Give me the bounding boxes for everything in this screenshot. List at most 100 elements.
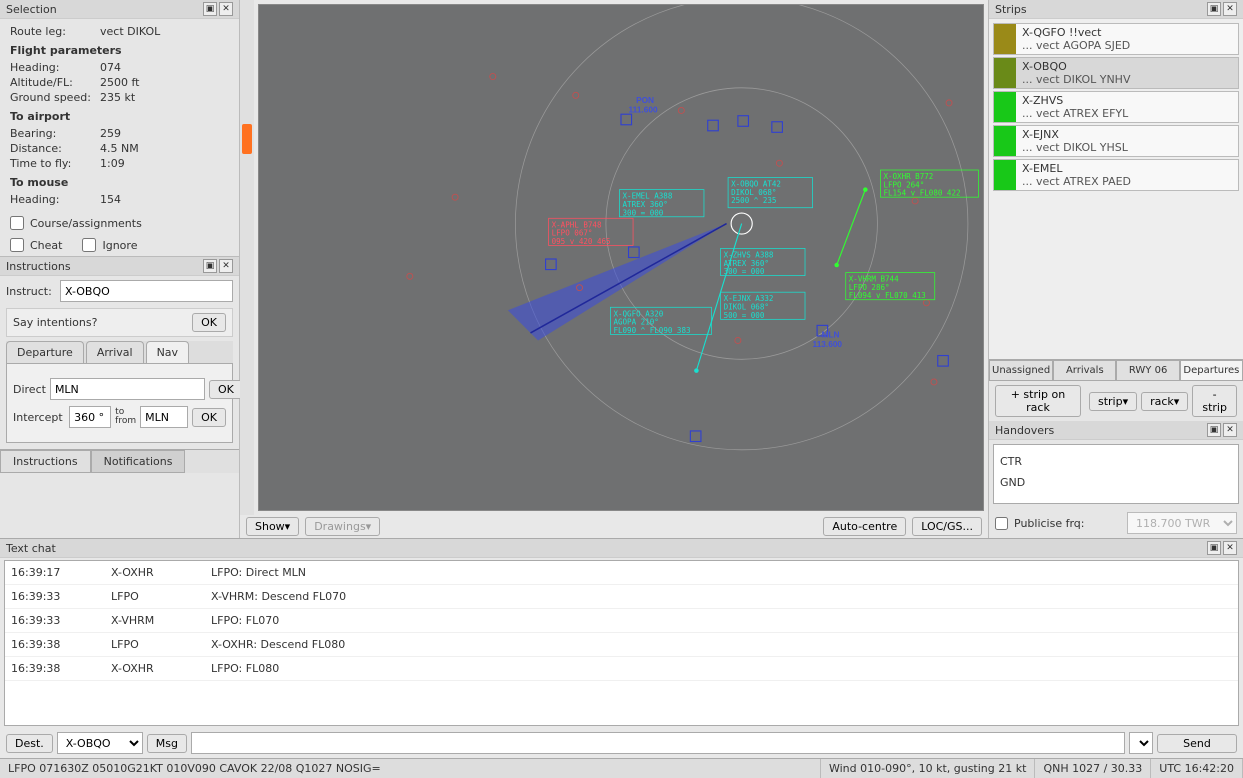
say-intentions-label: Say intentions? [13,316,97,329]
to-from-label: to from [115,408,136,426]
chat-row: 16:39:38X-OXHRLFPO: FL080 [5,657,1238,681]
flight-params-header: Flight parameters [10,44,229,57]
strip-item[interactable]: X-OBQO... vect DIKOL YNHV [993,57,1239,89]
chat-panel-header: Text chat ▣ ✕ [0,539,1243,558]
intercept-ok-button[interactable]: OK [192,408,226,427]
radar-scope[interactable]: PON 111.600 MLN 113.600 X-APHL B748 LFPO… [258,4,984,511]
svg-text:500 = 000: 500 = 000 [724,311,765,320]
chat-undock-icon[interactable]: ▣ [1207,541,1221,555]
vor-pon-freq: 111.600 [629,105,658,115]
distance-value: 4.5 NM [100,142,139,155]
bearing-label: Bearing: [10,127,100,140]
direct-ok-button[interactable]: OK [209,380,243,399]
aircraft-tag[interactable]: X-OBQO AT42DIKOL 068°2500 ^ 235 [728,178,812,208]
selection-undock-icon[interactable]: ▣ [203,2,217,16]
intercept-label: Intercept [13,411,65,424]
rack-tab[interactable]: Departures [1180,360,1243,381]
strips-close-icon[interactable]: ✕ [1223,2,1237,16]
chat-row: 16:39:33X-VHRMLFPO: FL070 [5,609,1238,633]
navpoints [407,73,952,384]
selection-title: Selection [6,3,57,16]
add-strip-button[interactable]: + strip on rack [995,385,1081,417]
auto-centre-button[interactable]: Auto-centre [823,517,906,536]
chat-close-icon[interactable]: ✕ [1223,541,1237,555]
selection-panel-header: Selection ▣ ✕ [0,0,239,19]
chat-row: 16:39:17X-OXHRLFPO: Direct MLN [5,561,1238,585]
rack-menu-button[interactable]: rack▾ [1141,392,1188,411]
publicise-frq-check[interactable] [995,517,1008,530]
tab-nav[interactable]: Nav [146,341,189,363]
svg-text:FL154 v FL080 422: FL154 v FL080 422 [883,189,960,198]
vor-mln-name: MLN [822,329,840,339]
course-check[interactable]: Course/assignments [10,216,229,230]
chat-input[interactable] [191,732,1125,754]
svg-text:FL090 ^ FL090 383: FL090 ^ FL090 383 [613,326,690,335]
tab-notifications[interactable]: Notifications [91,450,186,473]
strip-item[interactable]: X-EMEL... vect ATREX PAED [993,159,1239,191]
msg-button[interactable]: Msg [147,734,187,753]
instr-close-icon[interactable]: ✕ [219,259,233,273]
instr-undock-icon[interactable]: ▣ [203,259,217,273]
instruct-label: Instruct: [6,285,56,298]
strips-undock-icon[interactable]: ▣ [1207,2,1221,16]
status-metar: LFPO 071630Z 05010G21KT 010V090 CAVOK 22… [0,759,821,778]
aircraft-tag[interactable]: X-EMEL A388ATREX 360°300 = 000 [619,190,703,218]
handovers-title: Handovers [995,424,1054,437]
strip-item[interactable]: X-EJNX... vect DIKOL YHSL [993,125,1239,157]
aircraft-tag[interactable]: X-EJNX A332DIKOL 068°500 = 000 [721,292,805,320]
aircraft-tag[interactable]: X-VHRM B744LFPO 286°FL094 v FL070 413 [846,273,935,301]
aircraft-tag[interactable]: X-OXHR B772LFPO 264°FL154 v FL080 422 [880,170,978,198]
status-qnh: QNH 1027 / 30.33 [1035,759,1151,778]
strip-item[interactable]: X-ZHVS... vect ATREX EFYL [993,91,1239,123]
vor-mln-freq: 113.600 [813,339,843,349]
handovers-undock-icon[interactable]: ▣ [1207,423,1221,437]
drawings-menu-button[interactable]: Drawings▾ [305,517,380,536]
aircraft-tag[interactable]: X-ZHVS A388ATREX 360°300 = 000 [721,248,805,276]
say-ok-button[interactable]: OK [192,313,226,332]
cheat-check[interactable]: Cheat [10,238,62,252]
handover-item[interactable]: GND [1000,472,1232,493]
tm-heading-label: Heading: [10,193,100,206]
rack-tab[interactable]: Arrivals [1053,360,1116,381]
status-wind: Wind 010-090°, 10 kt, gusting 21 kt [821,759,1035,778]
direct-input[interactable] [50,378,205,400]
dest-button[interactable]: Dest. [6,734,53,753]
strip-menu-button[interactable]: strip▾ [1089,392,1137,411]
tab-arrival[interactable]: Arrival [86,341,144,363]
strip-item[interactable]: X-QGFO !!vect... vect AGOPA SJED [993,23,1239,55]
selection-close-icon[interactable]: ✕ [219,2,233,16]
ignore-check[interactable]: Ignore [82,238,137,252]
routeleg-value: vect DIKOL [100,25,160,38]
alt-value: 2500 ft [100,76,139,89]
status-utc: UTC 16:42:20 [1151,759,1243,778]
range-slider-left[interactable] [240,0,254,515]
send-button[interactable]: Send [1157,734,1237,753]
chat-row: 16:39:38LFPOX-OXHR: Descend FL080 [5,633,1238,657]
instructions-panel-header: Instructions ▣ ✕ [0,257,239,276]
tm-heading-value: 154 [100,193,121,206]
toapt-header: To airport [10,110,229,123]
locgs-button[interactable]: LOC/GS... [912,517,982,536]
frq-select: 118.700 TWR [1127,512,1237,534]
handover-item[interactable]: CTR [1000,451,1232,472]
handovers-close-icon[interactable]: ✕ [1223,423,1237,437]
alt-label: Altitude/FL: [10,76,100,89]
strips-panel-header: Strips ▣ ✕ [989,0,1243,19]
dest-select[interactable]: X-OBQO [57,732,143,754]
rack-tab[interactable]: Unassigned [989,360,1053,381]
tag-red[interactable]: X-APHL B748 LFPO 067° 095 v 420 465 [549,218,633,246]
intercept-fix-input[interactable] [140,406,188,428]
instructions-title: Instructions [6,260,71,273]
intercept-deg-input[interactable] [69,406,111,428]
tab-instructions[interactable]: Instructions [0,450,91,473]
status-bar: LFPO 071630Z 05010G21KT 010V090 CAVOK 22… [0,758,1243,778]
tab-departure[interactable]: Departure [6,341,84,363]
aircraft-tag[interactable]: X-QGFO A320AGOPA 210°FL090 ^ FL090 383 [610,307,711,335]
show-menu-button[interactable]: Show▾ [246,517,299,536]
handover-list[interactable]: CTR GND [993,444,1239,504]
rack-tab[interactable]: RWY 06 [1116,360,1179,381]
chat-history-select[interactable] [1129,732,1153,754]
gs-label: Ground speed: [10,91,100,104]
instruct-input[interactable] [60,280,233,302]
remove-strip-button[interactable]: - strip [1192,385,1237,417]
